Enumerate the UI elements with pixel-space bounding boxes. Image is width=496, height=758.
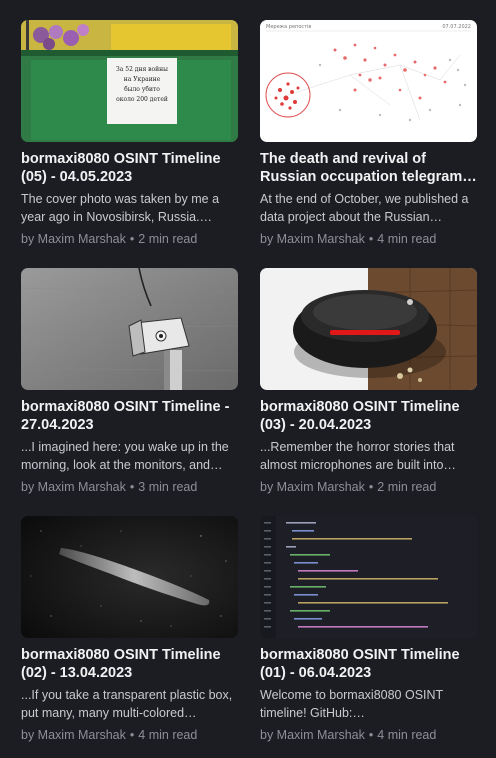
thumbnail-image: Мережа репостів 07.07.2022 (260, 20, 477, 142)
thumbnail-image (21, 268, 238, 390)
post-thumbnail-code-editor[interactable] (260, 516, 477, 638)
post-read-time: 2 min read (377, 480, 437, 494)
post-thumbnail-asteroid[interactable] (21, 516, 238, 638)
thumbnail-image (260, 268, 477, 390)
graph-header-right: 07.07.2022 (442, 24, 471, 30)
meta-separator: • (368, 232, 374, 246)
post-author: by Maxim Marshak (21, 232, 126, 246)
post-excerpt: The cover photo was taken by me a year a… (21, 192, 220, 224)
post-meta: by Maxim Marshak • 4 min read (260, 727, 477, 743)
post-card[interactable]: За 52 дня войны на Украине было убито ок… (21, 20, 238, 247)
post-read-time: 2 min read (138, 232, 198, 246)
post-card[interactable]: Мережа репостів 07.07.2022 The death and… (260, 20, 477, 247)
sign-line-2: на Украине (124, 76, 161, 83)
post-title[interactable]: bormaxi8080 OSINT Timeline (03) - 20.04.… (260, 398, 477, 434)
meta-separator: • (368, 728, 374, 742)
post-excerpt: At the end of October, we published a da… (260, 192, 469, 224)
post-card[interactable]: bormaxi8080 OSINT Timeline (01) - 06.04.… (260, 516, 477, 743)
post-card[interactable]: bormaxi8080 OSINT Timeline - 27.04.2023 … (21, 268, 238, 495)
post-read-time: 4 min read (377, 728, 437, 742)
sign-line-3: было убито (124, 86, 160, 93)
thumbnail-image (260, 516, 477, 638)
post-excerpt: ...Remember the horror stories that almo… (260, 440, 456, 472)
post-thumbnail-network-graph[interactable]: Мережа репостів 07.07.2022 (260, 20, 477, 142)
post-read-time: 3 min read (138, 480, 198, 494)
post-excerpt: ...I imagined here: you wake up in the m… (21, 440, 229, 472)
post-title[interactable]: bormaxi8080 OSINT Timeline (01) - 06.04.… (260, 646, 477, 682)
post-author: by Maxim Marshak (260, 480, 365, 494)
post-meta: by Maxim Marshak • 4 min read (21, 727, 238, 743)
post-read-time: 4 min read (377, 232, 437, 246)
sign-line-4: около 200 детей (116, 96, 168, 103)
post-thumbnail-stand-sign[interactable]: За 52 дня войны на Украине было убито ок… (21, 20, 238, 142)
post-excerpt: ...If you take a transparent plastic box… (21, 688, 233, 720)
post-meta: by Maxim Marshak • 4 min read (260, 231, 477, 247)
post-thumbnail-robot-vacuum[interactable] (260, 268, 477, 390)
post-grid: За 52 дня войны на Украине было убито ок… (0, 0, 496, 758)
post-card[interactable]: bormaxi8080 OSINT Timeline (02) - 13.04.… (21, 516, 238, 743)
sign-line-1: За 52 дня войны (116, 66, 168, 73)
post-title[interactable]: bormaxi8080 OSINT Timeline (05) - 04.05.… (21, 150, 238, 186)
graph-header-left: Мережа репостів (266, 24, 311, 30)
post-title[interactable]: bormaxi8080 OSINT Timeline - 27.04.2023 (21, 398, 238, 434)
thumbnail-image: За 52 дня войны на Украине было убито ок… (21, 20, 238, 142)
post-read-time: 4 min read (138, 728, 198, 742)
post-author: by Maxim Marshak (21, 728, 126, 742)
post-author: by Maxim Marshak (260, 232, 365, 246)
post-author: by Maxim Marshak (260, 728, 365, 742)
post-meta: by Maxim Marshak • 3 min read (21, 479, 238, 495)
post-title[interactable]: bormaxi8080 OSINT Timeline (02) - 13.04.… (21, 646, 238, 682)
meta-separator: • (129, 232, 135, 246)
post-title[interactable]: The death and revival of Russian occupat… (260, 150, 477, 186)
post-meta: by Maxim Marshak • 2 min read (260, 479, 477, 495)
meta-separator: • (368, 480, 374, 494)
post-author: by Maxim Marshak (21, 480, 126, 494)
meta-separator: • (129, 728, 135, 742)
meta-separator: • (129, 480, 135, 494)
post-thumbnail-camera-wall[interactable] (21, 268, 238, 390)
post-excerpt: Welcome to bormaxi8080 OSINT timeline! G… (260, 688, 443, 720)
thumbnail-image (21, 516, 238, 638)
post-meta: by Maxim Marshak • 2 min read (21, 231, 238, 247)
post-card[interactable]: bormaxi8080 OSINT Timeline (03) - 20.04.… (260, 268, 477, 495)
